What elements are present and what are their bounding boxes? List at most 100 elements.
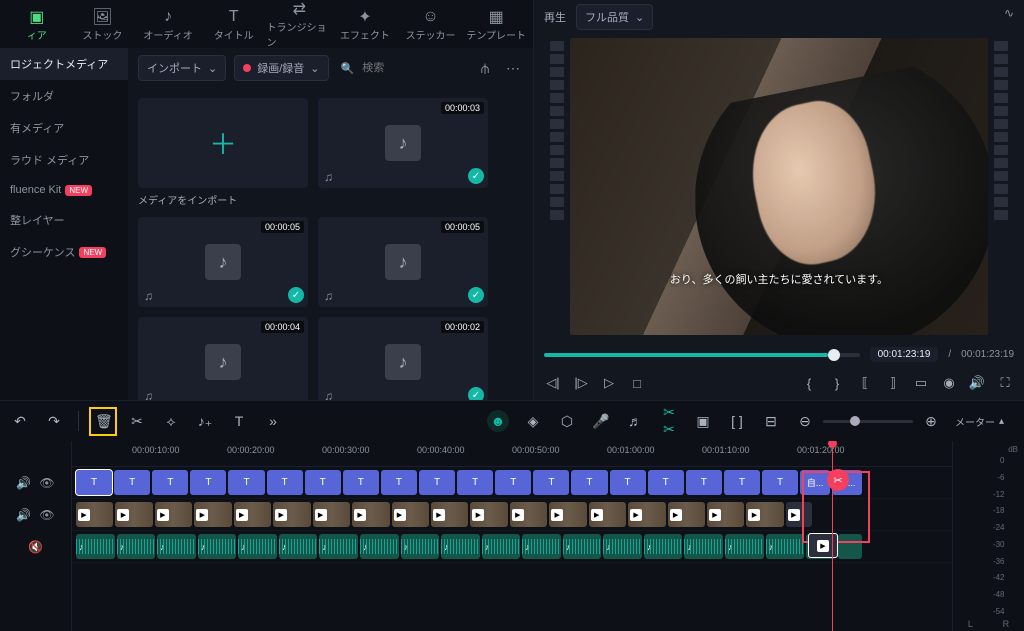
media-item[interactable]: ♪00:00:02♫✓ (318, 317, 488, 400)
visibility-button[interactable]: 👁 (39, 476, 54, 490)
audio-clip[interactable]: ♪ (684, 534, 723, 559)
audio-clip[interactable]: ♪ (563, 534, 602, 559)
audio-clip[interactable] (838, 534, 862, 559)
undo-button[interactable]: ↶ (10, 413, 30, 430)
text-clip[interactable]: T (114, 470, 150, 495)
shield-button[interactable]: ⬡ (557, 413, 577, 430)
speed-button[interactable]: ♪₊ (195, 413, 215, 430)
media-item[interactable]: ♪00:00:03♫✓ (318, 98, 488, 207)
video-track[interactable]: ▶ ▶ ▶ ▶ ▶ ▶ ▶ ▶ ▶ ▶ ▶ ▶ ▶ ▶ ▶ (72, 499, 952, 531)
zoom-slider[interactable] (823, 420, 913, 423)
audio-clip[interactable]: ♪ (644, 534, 683, 559)
volume-button[interactable]: 🔊 (968, 375, 986, 391)
music-button[interactable]: ♬ (625, 413, 645, 429)
link-button[interactable]: ⊟ (761, 413, 781, 430)
text-clip[interactable]: T (190, 470, 226, 495)
text-clip[interactable]: T (762, 470, 798, 495)
meter-header[interactable]: メーター▴ (955, 414, 1014, 429)
step-back-button[interactable]: |▷ (572, 375, 590, 391)
marker-button[interactable]: ▣ (693, 413, 713, 430)
audio-clip[interactable]: ♪ (238, 534, 277, 559)
sidebar-influence-kit[interactable]: fluence KitNEW (0, 176, 128, 204)
ai-button[interactable]: ☻ (487, 410, 509, 432)
more-tools-button[interactable]: » (263, 413, 283, 429)
audio-clip[interactable]: ♪ (522, 534, 561, 559)
preview-viewport[interactable]: おり、多くの飼い主たちに愛されています。 (570, 38, 988, 335)
text-clip[interactable]: T (648, 470, 684, 495)
selected-video-clip[interactable]: ▶ (808, 533, 838, 558)
text-button[interactable]: T (229, 413, 249, 429)
mark-in-button[interactable]: ⟦ (856, 375, 874, 391)
text-clip[interactable]: T (228, 470, 264, 495)
redo-button[interactable]: ↷ (44, 413, 64, 430)
text-clip[interactable]: T (495, 470, 531, 495)
nav-tab-stock[interactable]: 🖼 ストック (70, 0, 136, 48)
bracket-button[interactable]: [ ] (727, 413, 747, 429)
clip-button[interactable]: ⟧ (884, 375, 902, 391)
video-clip[interactable]: ▶ (76, 502, 113, 527)
audio-clip[interactable]: ♪ (482, 534, 521, 559)
nav-tab-title[interactable]: T タイトル (201, 0, 267, 48)
video-clip[interactable]: ▶ (786, 502, 812, 527)
timeline-ruler[interactable]: 00:00:10:00 00:00:20:00 00:00:30:00 00:0… (72, 441, 952, 467)
sidebar-cloud-media[interactable]: ラウド メディア (0, 144, 128, 176)
audio-clip[interactable]: ♪ (725, 534, 764, 559)
text-track[interactable]: T T T T T T T T T T T T T T T (72, 467, 952, 499)
audio-clip[interactable]: ♪ (279, 534, 318, 559)
search-input[interactable] (362, 62, 422, 74)
nav-tab-sticker[interactable]: ☺ ステッカー (398, 0, 464, 48)
audio-clip[interactable]: ♪ (319, 534, 358, 559)
keyframe-button[interactable]: ◈ (523, 413, 543, 430)
audio-clip[interactable]: ♪ (157, 534, 196, 559)
import-dropdown[interactable]: インポート⌄ (138, 55, 226, 81)
sidebar-adjustment-layer[interactable]: 整レイヤー (0, 204, 128, 236)
video-clip[interactable]: ▶ (707, 502, 744, 527)
video-clip[interactable]: ▶ (668, 502, 705, 527)
video-clip[interactable]: ▶ (115, 502, 152, 527)
text-clip[interactable]: T (610, 470, 646, 495)
mic-button[interactable]: 🎤 (591, 413, 611, 430)
nav-tab-audio[interactable]: ♪ オーディオ (135, 0, 201, 48)
video-clip[interactable]: ▶ (155, 502, 192, 527)
zoom-in-button[interactable]: ⊕ (921, 413, 941, 430)
preview-progress-bar[interactable] (544, 353, 860, 357)
video-clip[interactable]: ▶ (470, 502, 507, 527)
text-clip[interactable]: T (152, 470, 188, 495)
crop-button[interactable]: ⟡ (161, 413, 181, 430)
video-clip[interactable]: ▶ (273, 502, 310, 527)
video-clip[interactable]: ▶ (194, 502, 231, 527)
video-clip[interactable]: ▶ (313, 502, 350, 527)
audio-clip[interactable]: ♪ (401, 534, 440, 559)
text-clip[interactable]: T (571, 470, 607, 495)
sidebar-shared-media[interactable]: 有メディア (0, 112, 128, 144)
text-clip[interactable]: T (76, 470, 112, 495)
play-button[interactable]: ▷ (600, 375, 618, 391)
audio-clip[interactable]: ♪ (198, 534, 237, 559)
prev-frame-button[interactable]: ◁| (544, 375, 562, 391)
audio-clip[interactable]: ♪ (603, 534, 642, 559)
mute-track-button[interactable]: 🔊 (16, 476, 31, 490)
stop-button[interactable]: □ (628, 376, 646, 391)
media-item[interactable]: ♪00:00:05♫✓ (318, 217, 488, 307)
video-clip[interactable]: ▶ (589, 502, 626, 527)
more-icon[interactable]: ⋯ (503, 60, 523, 77)
text-clip[interactable]: T (305, 470, 341, 495)
cut-mode-button[interactable]: ✂✂ (659, 404, 679, 438)
record-dropdown[interactable]: 録画/録音⌄ (234, 55, 328, 81)
video-clip[interactable]: ▶ (234, 502, 271, 527)
filter-icon[interactable]: ⫛ (475, 60, 495, 77)
video-clip[interactable]: ▶ (510, 502, 547, 527)
text-clip[interactable]: T (343, 470, 379, 495)
text-clip[interactable]: T (533, 470, 569, 495)
audio-clip[interactable]: ♪ (766, 534, 805, 559)
video-clip[interactable]: ▶ (392, 502, 429, 527)
zoom-out-button[interactable]: ⊖ (795, 413, 815, 430)
media-item[interactable]: ♪00:00:05♫✓ (138, 217, 308, 307)
audio-clip[interactable]: ♪ (360, 534, 399, 559)
text-clip[interactable]: T (457, 470, 493, 495)
aspect-button[interactable]: ▭ (912, 375, 930, 391)
bracket-close-icon[interactable]: } (828, 376, 846, 391)
text-clip[interactable]: T (419, 470, 455, 495)
fullscreen-button[interactable]: ⛶ (996, 375, 1014, 391)
timeline-tracks[interactable]: 00:00:10:00 00:00:20:00 00:00:30:00 00:0… (72, 441, 952, 631)
